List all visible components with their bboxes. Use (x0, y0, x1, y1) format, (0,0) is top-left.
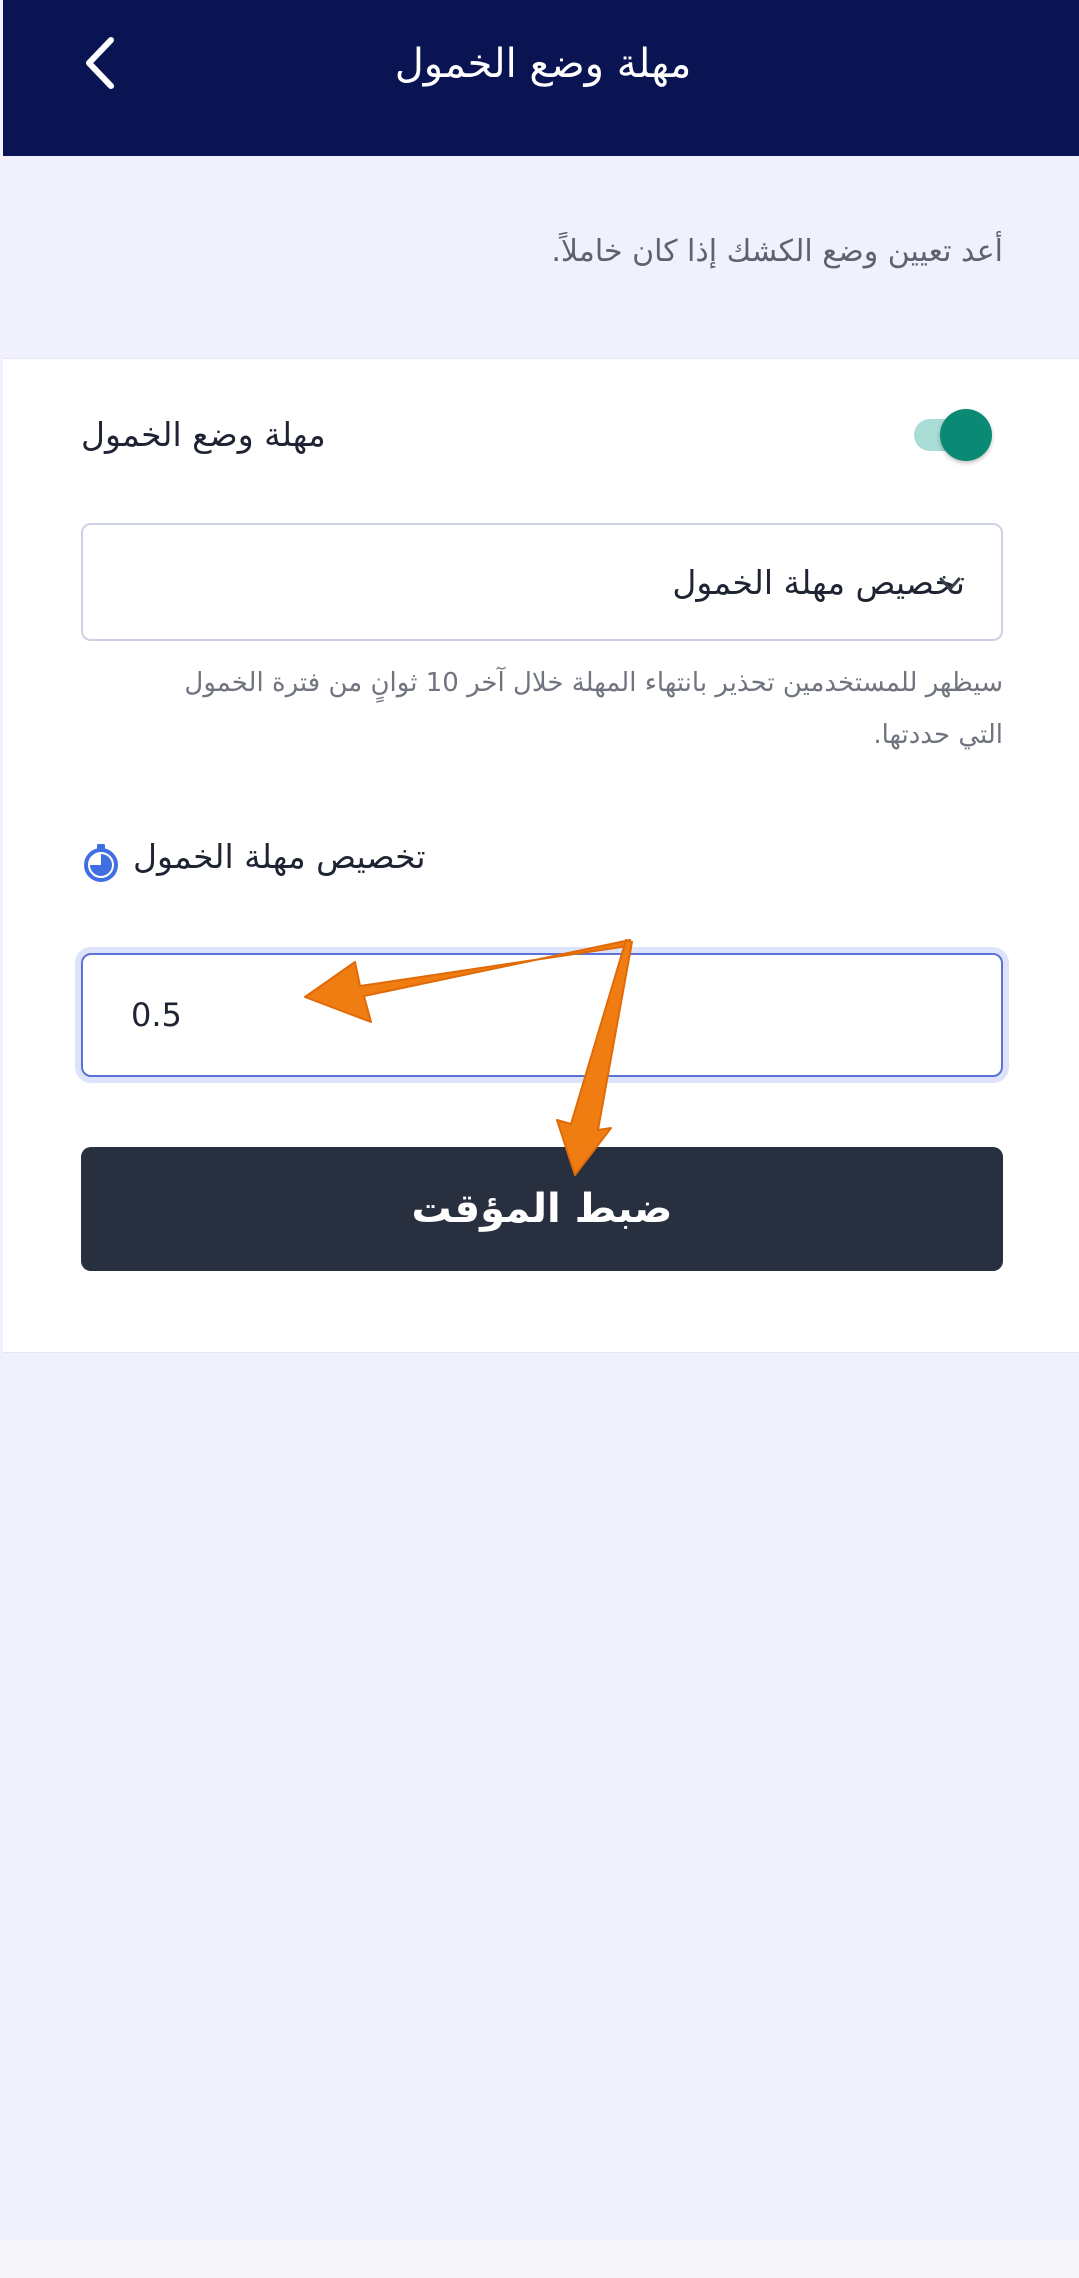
idle-timeout-card: مهلة وضع الخمول تخصيص مهلة الخمول سيظهر … (3, 358, 1079, 1353)
back-button[interactable] (73, 30, 129, 96)
chevron-down-icon (939, 577, 961, 591)
idle-timeout-toggle-label: مهلة وضع الخمول (81, 415, 326, 454)
bottom-navigation-area (0, 2240, 1079, 2278)
info-text: أعد تعيين وضع الكشك إذا كان خاملاً. (551, 234, 1003, 269)
timeout-help-text: سيظهر للمستخدمين تحذير بانتهاء المهلة خل… (184, 668, 1003, 750)
timer-icon (84, 844, 118, 882)
app-header: مهلة وضع الخمول (3, 0, 1079, 156)
toggle-knob (940, 409, 992, 461)
custom-timeout-label: تخصيص مهلة الخمول (133, 837, 426, 876)
custom-timeout-input[interactable] (81, 953, 1003, 1077)
set-timer-button[interactable]: ضبط المؤقت (81, 1147, 1003, 1271)
chevron-left-icon (86, 37, 114, 89)
info-section: أعد تعيين وضع الكشك إذا كان خاملاً. (3, 156, 1079, 356)
idle-timeout-toggle[interactable] (914, 409, 992, 461)
page-title: مهلة وضع الخمول (394, 41, 692, 87)
timeout-select-value: تخصيص مهلة الخمول (672, 563, 965, 602)
timeout-select[interactable]: تخصيص مهلة الخمول (81, 523, 1003, 641)
